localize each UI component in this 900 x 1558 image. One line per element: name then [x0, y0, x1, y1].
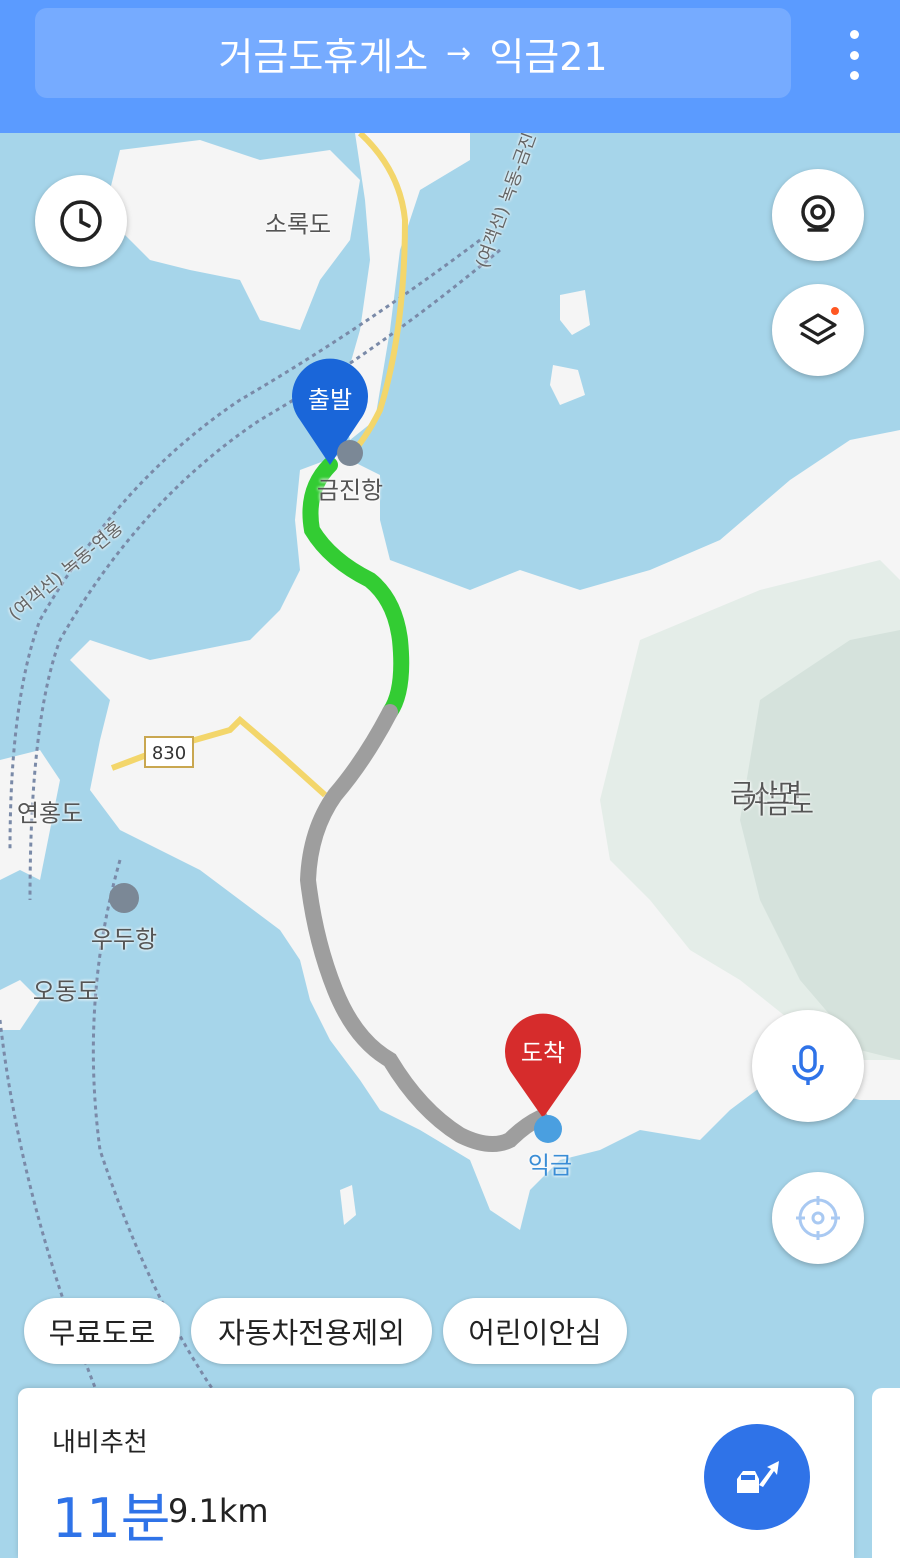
next-route-card[interactable]	[872, 1388, 900, 1558]
beach-icon	[534, 1115, 562, 1143]
more-vert-icon	[849, 30, 859, 39]
current-location-button[interactable]	[772, 1172, 864, 1264]
svg-text:830: 830	[152, 743, 186, 764]
svg-text:도착: 도착	[521, 1039, 565, 1067]
voice-search-button[interactable]	[752, 1010, 864, 1122]
route-time: 11분	[52, 1487, 171, 1550]
route-card[interactable]: 내비추천 11분 9.1km	[18, 1388, 854, 1558]
place-label-geogeumdo: 거금도	[742, 790, 814, 821]
chip-free-road[interactable]: 무료도로	[24, 1298, 180, 1364]
chip-exclude-motorway[interactable]: 자동차전용제외	[191, 1298, 432, 1364]
route-distance: 9.1km	[168, 1492, 269, 1530]
layers-button[interactable]	[772, 284, 864, 376]
place-label-ikgeum: 익금	[527, 1151, 573, 1180]
clock-icon	[60, 200, 102, 242]
history-button[interactable]	[35, 175, 127, 267]
ferry-icon	[337, 440, 363, 466]
ferry-icon	[109, 883, 139, 913]
place-label-odongdo: 오동도	[32, 977, 100, 1006]
place-label-uduhang: 우두항	[90, 925, 158, 954]
route-type-label: 내비추천	[52, 1428, 148, 1458]
destination-label: 익금21	[489, 34, 608, 79]
place-label-geumjinhang: 금진항	[316, 476, 384, 505]
chip-child-safe[interactable]: 어린이안심	[443, 1298, 627, 1364]
layers-icon	[799, 307, 839, 345]
route-summary-bar[interactable]: 거금도휴게소 → 익금21	[35, 8, 791, 98]
more-menu-button[interactable]	[844, 30, 864, 80]
place-label-yeonhongdo: 연홍도	[16, 799, 84, 828]
svg-text:출발: 출발	[308, 386, 352, 414]
crosshair-icon	[796, 1196, 840, 1240]
top-header: 거금도휴게소 → 익금21	[0, 0, 900, 133]
camera-icon	[801, 195, 835, 232]
microphone-icon	[792, 1045, 824, 1085]
start-navigation-button[interactable]	[704, 1424, 810, 1530]
car-navigation-icon	[737, 1461, 779, 1493]
place-label-sorokdo: 소록도	[264, 210, 332, 239]
cctv-button[interactable]	[772, 169, 864, 261]
road-number-badge: 830	[144, 736, 194, 768]
arrow-right-icon: →	[446, 35, 472, 71]
origin-label: 거금도휴게소	[218, 34, 429, 79]
